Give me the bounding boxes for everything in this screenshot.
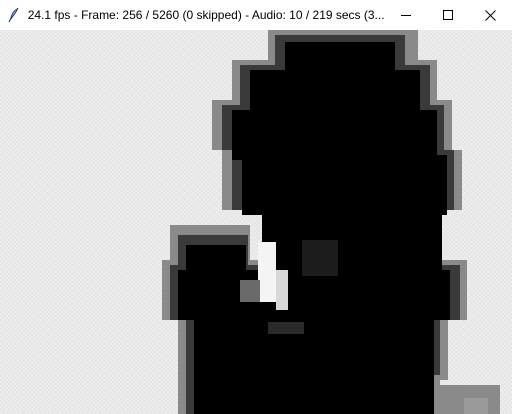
close-icon [485,9,497,21]
window-title: 24.1 fps - Frame: 256 / 5260 (0 skipped)… [27,8,385,22]
player-window: 24.1 fps - Frame: 256 / 5260 (0 skipped)… [0,0,512,414]
minimize-icon [400,15,411,16]
frame-image [162,30,500,414]
maximize-button[interactable] [427,0,469,30]
close-button[interactable] [470,0,512,30]
maximize-icon [443,10,454,20]
video-frame[interactable] [0,30,512,414]
title-bar[interactable]: 24.1 fps - Frame: 256 / 5260 (0 skipped)… [0,0,512,30]
feather-icon[interactable] [0,0,28,30]
minimize-button[interactable] [385,0,427,30]
